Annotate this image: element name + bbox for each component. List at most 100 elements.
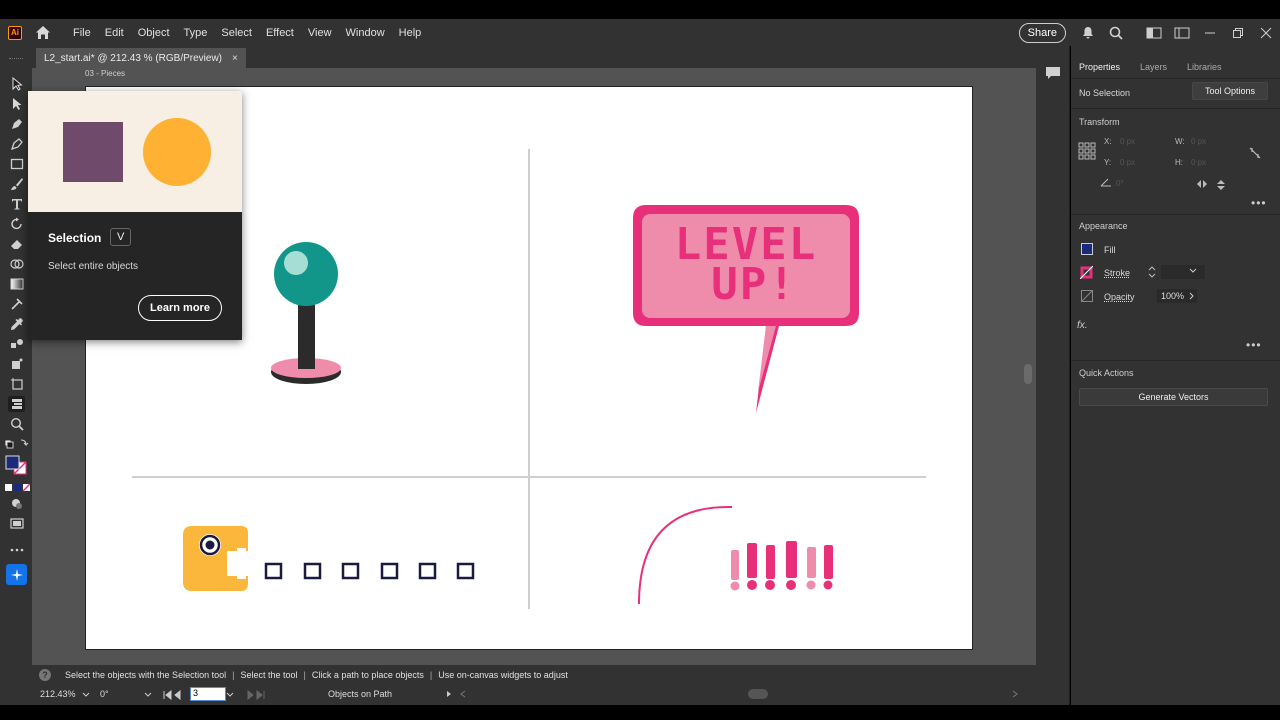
fill-stroke-swatch[interactable] bbox=[4, 454, 30, 476]
selection-tool-icon[interactable] bbox=[8, 76, 25, 92]
artboard-tool-icon[interactable] bbox=[8, 376, 25, 392]
tool-options-button[interactable]: Tool Options bbox=[1192, 82, 1268, 100]
eraser-tool-icon[interactable] bbox=[8, 236, 25, 252]
tab-layers[interactable]: Layers bbox=[1140, 62, 1167, 72]
edit-toolbar-icon[interactable] bbox=[8, 542, 25, 558]
rotation-value[interactable]: 0° bbox=[100, 689, 109, 699]
default-colors-icon[interactable] bbox=[4, 436, 30, 452]
y-label: Y: bbox=[1104, 158, 1112, 167]
shape-builder-tool-icon[interactable] bbox=[8, 256, 25, 272]
toolbar-grip[interactable] bbox=[9, 58, 23, 60]
type-tool-icon[interactable] bbox=[8, 196, 25, 212]
color-mode-icons[interactable] bbox=[4, 480, 30, 496]
stroke-swatch[interactable] bbox=[1080, 266, 1093, 279]
curvature-tool-icon[interactable] bbox=[8, 136, 25, 152]
flip-vertical-icon[interactable] bbox=[1216, 179, 1226, 191]
zoom-tool-icon[interactable] bbox=[8, 416, 25, 432]
reference-point-icon[interactable] bbox=[1078, 142, 1096, 160]
fx-icon[interactable]: fx. bbox=[1077, 320, 1088, 331]
angle-field[interactable]: 0° bbox=[1116, 179, 1124, 188]
fill-swatch[interactable] bbox=[1081, 243, 1093, 255]
close-window-icon[interactable] bbox=[1258, 25, 1274, 41]
transform-more-icon[interactable]: ••• bbox=[1251, 196, 1267, 210]
arrange-documents-icon[interactable] bbox=[1146, 25, 1162, 41]
generate-vectors-button[interactable]: Generate Vectors bbox=[1079, 388, 1268, 406]
stroke-weight-stepper[interactable] bbox=[1147, 265, 1157, 279]
divider bbox=[1071, 214, 1280, 215]
workspace-icon[interactable] bbox=[1174, 25, 1190, 41]
panel-dock-strip bbox=[1036, 46, 1070, 705]
status-menu-icon[interactable] bbox=[446, 690, 452, 698]
chevron-right-icon[interactable] bbox=[1189, 292, 1195, 300]
appearance-more-icon[interactable]: ••• bbox=[1246, 338, 1262, 352]
minimize-icon[interactable] bbox=[1202, 25, 1218, 41]
h-field[interactable]: 0 px bbox=[1191, 158, 1206, 167]
vertical-scrollbar[interactable] bbox=[1020, 68, 1036, 665]
generative-ai-icon[interactable] bbox=[6, 564, 27, 585]
stroke-label[interactable]: Stroke bbox=[1104, 268, 1130, 278]
tab-properties[interactable]: Properties bbox=[1079, 62, 1120, 72]
objects-on-path-tool-icon[interactable] bbox=[8, 396, 25, 412]
scroll-right-icon[interactable] bbox=[1012, 690, 1018, 698]
menu-object[interactable]: Object bbox=[131, 27, 177, 39]
symbol-sprayer-tool-icon[interactable] bbox=[8, 356, 25, 372]
flip-horizontal-icon[interactable] bbox=[1196, 179, 1208, 189]
last-artboard-icon[interactable] bbox=[244, 690, 266, 700]
zoom-dropdown-icon[interactable] bbox=[82, 692, 90, 698]
menu-help[interactable]: Help bbox=[392, 27, 429, 39]
gradient-tool-icon[interactable] bbox=[8, 276, 25, 292]
rotate-tool-icon[interactable] bbox=[8, 216, 25, 232]
fill-label[interactable]: Fill bbox=[1104, 245, 1116, 255]
mesh-tool-icon[interactable] bbox=[8, 296, 25, 312]
drawing-modes-icon[interactable] bbox=[8, 496, 25, 512]
opacity-label[interactable]: Opacity bbox=[1104, 292, 1135, 302]
properties-panel: Properties Layers Libraries No Selection… bbox=[1071, 46, 1280, 705]
notifications-icon[interactable] bbox=[1080, 25, 1096, 41]
menu-view[interactable]: View bbox=[301, 27, 339, 39]
search-icon[interactable] bbox=[1108, 25, 1124, 41]
chevron-down-icon[interactable] bbox=[1189, 268, 1197, 274]
scroll-thumb[interactable] bbox=[1024, 364, 1032, 384]
hint-separator: | bbox=[303, 670, 306, 680]
help-icon[interactable]: ? bbox=[39, 669, 51, 681]
share-button[interactable]: Share bbox=[1018, 22, 1066, 43]
close-tab-icon[interactable]: × bbox=[232, 53, 238, 64]
menu-type[interactable]: Type bbox=[177, 27, 215, 39]
first-artboard-icon[interactable] bbox=[162, 690, 184, 700]
screen-mode-icon[interactable] bbox=[8, 516, 25, 532]
blend-tool-icon[interactable] bbox=[8, 336, 25, 352]
comments-icon[interactable] bbox=[1045, 66, 1061, 80]
stroke-weight-input[interactable] bbox=[1161, 265, 1205, 279]
joystick-art bbox=[271, 242, 341, 384]
preview-circle bbox=[143, 118, 211, 186]
document-tab[interactable]: L2_start.ai* @ 212.43 % (RGB/Preview) × bbox=[36, 48, 246, 68]
y-field[interactable]: 0 px bbox=[1120, 158, 1135, 167]
hint-separator: | bbox=[232, 670, 235, 680]
rotation-dropdown-icon[interactable] bbox=[144, 692, 152, 698]
x-field[interactable]: 0 px bbox=[1120, 137, 1135, 146]
learn-more-button[interactable]: Learn more bbox=[138, 295, 222, 321]
horizontal-scroll-thumb[interactable] bbox=[748, 689, 768, 699]
no-selection-label: No Selection bbox=[1079, 88, 1131, 98]
tab-libraries[interactable]: Libraries bbox=[1187, 62, 1222, 72]
constrain-proportions-icon[interactable] bbox=[1248, 146, 1262, 160]
zoom-level[interactable]: 212.43% bbox=[40, 689, 76, 699]
menu-file[interactable]: File bbox=[66, 27, 98, 39]
home-icon[interactable] bbox=[34, 24, 52, 42]
paintbrush-tool-icon[interactable] bbox=[8, 176, 25, 192]
eyedropper-tool-icon[interactable] bbox=[8, 316, 25, 332]
artboard-number-input[interactable]: 3 bbox=[190, 687, 226, 701]
w-field[interactable]: 0 px bbox=[1191, 137, 1206, 146]
restore-icon[interactable] bbox=[1230, 25, 1246, 41]
menu-select[interactable]: Select bbox=[214, 27, 259, 39]
direct-selection-tool-icon[interactable] bbox=[8, 96, 25, 112]
artboard-dropdown-icon[interactable] bbox=[226, 692, 234, 698]
scroll-left-icon[interactable] bbox=[460, 690, 466, 698]
selection-tool-tooltip: Selection V Select entire objects Learn … bbox=[28, 91, 242, 340]
angle-icon bbox=[1100, 178, 1111, 187]
rectangle-tool-icon[interactable] bbox=[8, 156, 25, 172]
menu-edit[interactable]: Edit bbox=[98, 27, 131, 39]
menu-window[interactable]: Window bbox=[339, 27, 392, 39]
pen-tool-icon[interactable] bbox=[8, 116, 25, 132]
menu-effect[interactable]: Effect bbox=[259, 27, 301, 39]
